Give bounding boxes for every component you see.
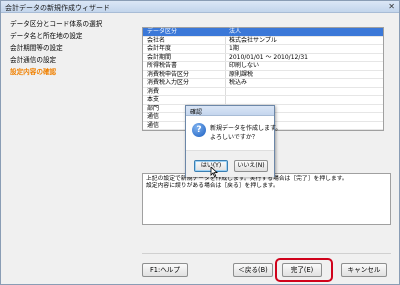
header-cell-value: 法人 [229,28,242,35]
row-value: 2010/01/01 ～ 2010/12/31 [229,53,308,61]
window-title: 会計データの新規作成ウィザード [5,4,110,12]
description-box: 上記の設定で新規データを作成します。実行する場合は［完了］を押します。 設定内容… [142,173,391,225]
table-row: 本支 [143,96,383,105]
row-label: 会社名 [147,36,166,44]
table-row: 所得税告書 印刷しない [143,62,383,71]
row-label: 消費税入力区分 [147,79,190,86]
nav-step-data-type[interactable]: データ区分とコード体系の選択 [10,18,102,28]
row-label: 所得税告書 [147,62,178,69]
table-row: 会計期間 2010/01/01 ～ 2010/12/31 [143,53,383,62]
nav-step-confirm[interactable]: 設定内容の確認 [10,66,56,76]
row-value: 1期 [229,45,239,52]
table-row: 消費 [143,87,383,96]
dialog-message-line: 新規データを作成します。 [210,125,282,132]
dialog-message-line: よろしいですか？ [210,134,258,141]
wizard-window: 会計データの新規作成ウィザード ✕ データ区分とコード体系の選択 データ名と所在… [0,0,400,285]
dialog-title: 確認 [190,109,203,116]
dialog-body: ? 新規データを作成します。 よろしいですか？ [186,116,281,150]
row-value: 印刷しない [229,62,260,69]
row-value: 税込み [229,79,248,86]
help-button[interactable]: F1:ヘルプ [142,263,188,277]
row-label: 通信 [147,121,160,129]
row-value: 株式会社サンプル [229,36,277,44]
back-button[interactable]: ＜戻る(B) [233,263,273,277]
row-label: 消費税申告区分 [147,70,190,78]
description-line: 設定内容に誤りがある場合は［戻る］を押します。 [146,183,279,189]
question-icon: ? [192,123,206,137]
row-label: 本支 [147,96,160,103]
nav-step-fiscal-period[interactable]: 会計期間等の設定 [10,42,63,52]
row-label: 会計年度 [147,45,172,52]
row-label: 消費 [147,87,160,95]
close-icon[interactable]: ✕ [388,2,395,12]
title-bar: 会計データの新規作成ウィザード ✕ [1,1,399,13]
table-row: 消費税申告区分 原則課税 [143,70,383,79]
dialog-button-bar: はい(Y) いいえ(N) [186,150,274,177]
no-button[interactable]: いいえ(N) [234,160,268,172]
table-row: 消費税入力区分 税込み [143,79,383,88]
dialog-title-bar: 確認 [186,106,274,116]
nav-step-communication[interactable]: 会計通信の設定 [10,54,56,64]
finish-button-highlight [275,258,333,282]
row-label: 通信 [147,113,160,120]
table-row: 会社名 株式会社サンプル [143,36,383,45]
table-row: 会計年度 1期 [143,45,383,54]
header-cell-label: データ区分 [147,28,178,35]
row-value: 原則課税 [229,70,254,78]
confirm-dialog: 確認 ? 新規データを作成します。 よろしいですか？ はい(Y) いいえ(N) [185,105,281,177]
row-label: 会計期間 [147,53,172,61]
cancel-button[interactable]: キャンセル [341,263,387,277]
mouse-pointer-icon [210,167,218,177]
wizard-steps-nav: データ区分とコード体系の選択 データ名と所在地の設定 会計期間等の設定 会計通信… [1,14,139,240]
table-header-row: データ区分 法人 [143,28,383,37]
footer-separator [142,253,391,254]
nav-step-data-name[interactable]: データ名と所在地の設定 [10,30,83,40]
description-line: 上記の設定で新規データを作成します。実行する場合は［完了］を押します。 [146,176,348,182]
row-label: 部門 [147,104,160,112]
